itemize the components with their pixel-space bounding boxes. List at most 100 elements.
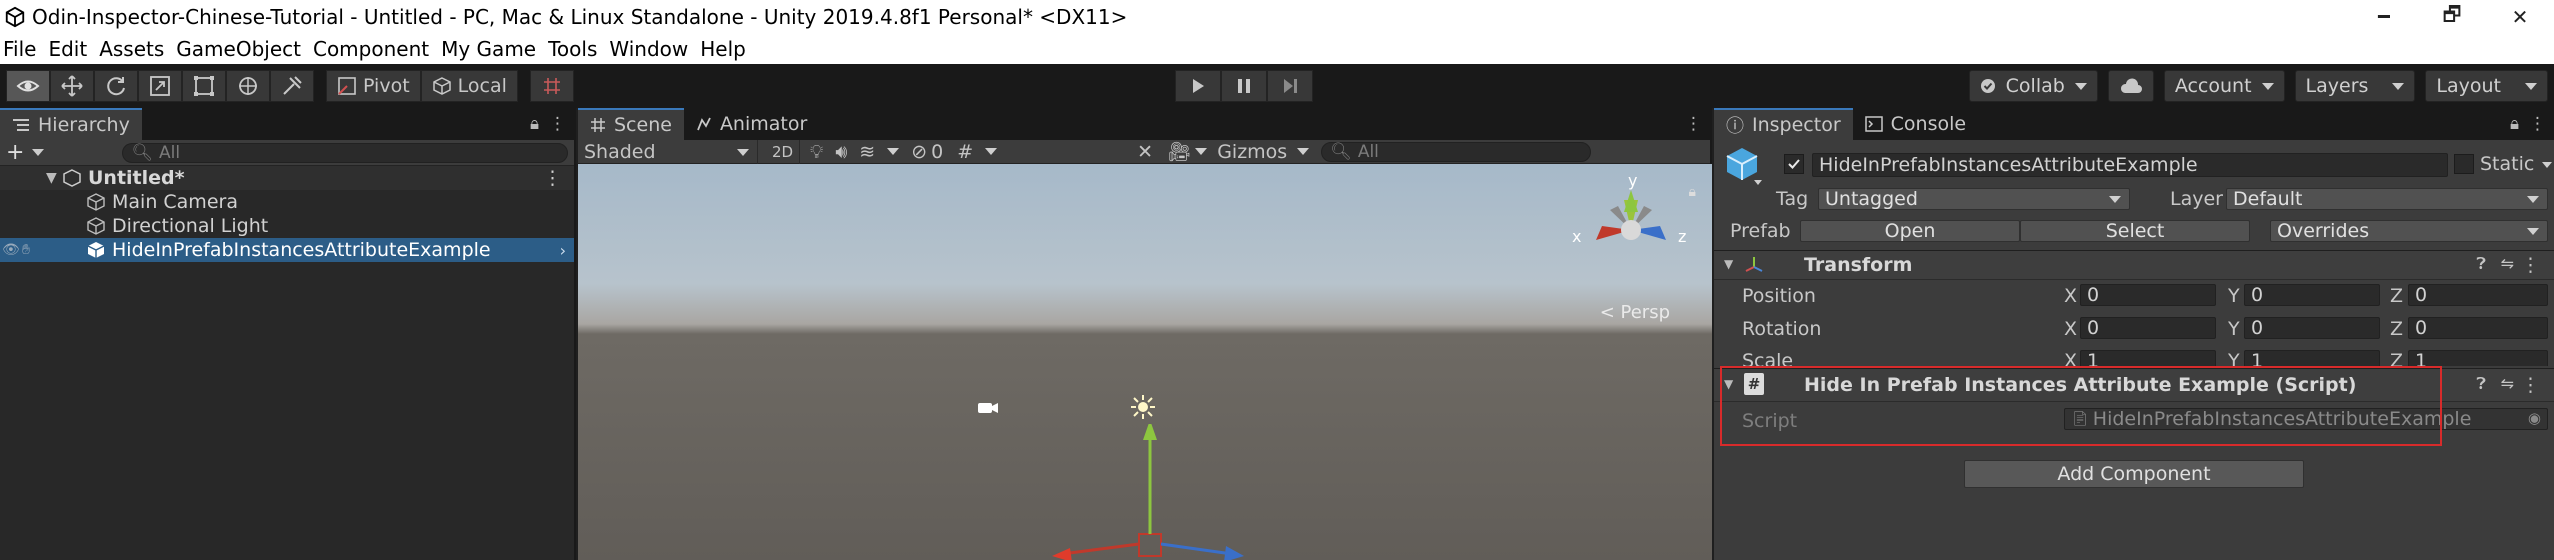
menu-my-game[interactable]: My Game	[435, 37, 542, 61]
presets-icon[interactable]: ⇋	[2501, 254, 2514, 273]
pause-button[interactable]	[1221, 70, 1267, 102]
audio-toggle-icon[interactable]: 🔊︎	[835, 141, 847, 163]
menu-gameobject[interactable]: GameObject	[170, 37, 307, 61]
object-name-input[interactable]: HideInPrefabInstancesAttributeExample	[1812, 153, 2448, 177]
active-checkbox[interactable]	[1784, 154, 1804, 174]
menu-file[interactable]: File	[0, 37, 42, 61]
tab-console[interactable]: Console	[1853, 108, 1978, 140]
lock-icon[interactable]: 🔒︎	[530, 114, 539, 134]
help-icon[interactable]: ❓︎	[2476, 254, 2486, 274]
tag-dropdown[interactable]: Untagged	[1818, 188, 2130, 210]
kebab-menu-icon[interactable]: ⋮	[1685, 114, 1702, 134]
camera-gizmo-icon[interactable]	[976, 398, 1000, 416]
camera-icon[interactable]: 🎥︎	[1167, 140, 1191, 163]
pickable-hand-icon[interactable]: ✋︎	[22, 242, 30, 258]
step-button[interactable]	[1267, 70, 1313, 102]
kebab-menu-icon[interactable]: ⋮	[549, 114, 566, 134]
create-plus-icon[interactable]: +	[6, 140, 24, 165]
tab-animator[interactable]: Animator	[684, 108, 819, 140]
tools-icon[interactable]: ✕	[1137, 141, 1153, 163]
position-y-field[interactable]: 0	[2244, 284, 2380, 306]
scale-z-field[interactable]: 1	[2408, 350, 2548, 366]
play-button[interactable]	[1175, 70, 1221, 102]
effects-toggle-icon[interactable]: ≋	[859, 141, 875, 163]
minimize-button[interactable]: 🗕	[2350, 0, 2418, 34]
rect-tool-button[interactable]	[182, 70, 226, 102]
chevron-down-icon[interactable]: ▼	[46, 170, 57, 186]
position-x-field[interactable]: 0	[2080, 284, 2216, 306]
chevron-down-icon[interactable]: ▼	[1724, 257, 1733, 271]
grid-toggle-icon[interactable]: #	[957, 141, 973, 163]
presets-icon[interactable]: ⇋	[2501, 374, 2514, 393]
rotate-tool-button[interactable]	[94, 70, 138, 102]
kebab-menu-icon[interactable]: ⋮	[2529, 114, 2546, 134]
kebab-menu-icon[interactable]: ⋮	[2521, 254, 2540, 276]
layers-dropdown[interactable]: Layers	[2294, 70, 2416, 102]
cloud-button[interactable]	[2107, 70, 2154, 102]
tab-scene[interactable]: Scene	[578, 108, 684, 140]
scale-y-field[interactable]: 1	[2244, 350, 2380, 366]
hierarchy-search-input[interactable]: 🔍︎ All	[122, 142, 568, 163]
chevron-down-icon[interactable]	[985, 148, 998, 155]
kebab-menu-icon[interactable]: ⋮	[2521, 374, 2540, 396]
lighting-toggle-icon[interactable]: 💡︎	[810, 141, 823, 163]
gizmos-dropdown[interactable]: Gizmos	[1217, 141, 1310, 163]
menu-edit[interactable]: Edit	[42, 37, 93, 61]
layer-dropdown[interactable]: Default	[2226, 188, 2548, 210]
prefab-select-button[interactable]: Select	[2020, 220, 2250, 242]
scene-viewport[interactable]: y x z 🔒︎ < Persp	[578, 164, 1712, 560]
pivot-toggle[interactable]: Pivot	[326, 70, 421, 102]
menu-window[interactable]: Window	[603, 37, 694, 61]
rotation-z-field[interactable]: 0	[2408, 317, 2548, 339]
kebab-menu-icon[interactable]: ⋮	[543, 167, 562, 189]
static-checkbox[interactable]	[2454, 154, 2474, 174]
gizmo-lock-icon[interactable]: 🔒︎	[1689, 184, 1696, 200]
chevron-down-icon[interactable]	[1754, 180, 1762, 185]
view-tool-button[interactable]	[6, 70, 50, 102]
lock-icon[interactable]: 🔒︎	[2510, 114, 2519, 134]
2d-toggle[interactable]: 2D	[766, 139, 800, 164]
local-toggle[interactable]: Local	[420, 70, 518, 102]
custom-tool-button[interactable]	[270, 70, 314, 102]
hidden-objects-toggle[interactable]: ⊘ 0	[911, 141, 943, 163]
transform-header[interactable]: ▼ Transform ❓︎ ⇋ ⋮	[1714, 250, 2554, 280]
transform-tool-button[interactable]	[226, 70, 270, 102]
menu-tools[interactable]: Tools	[542, 37, 603, 61]
chevron-down-icon[interactable]	[2542, 162, 2552, 168]
prefab-overrides-dropdown[interactable]: Overrides	[2270, 220, 2548, 242]
scale-tool-button[interactable]	[138, 70, 182, 102]
hierarchy-item-directional-light[interactable]: Directional Light	[0, 214, 574, 238]
grid-snap-button[interactable]	[529, 70, 574, 102]
help-icon[interactable]: ❓︎	[2476, 374, 2486, 394]
close-button[interactable]: ✕	[2486, 0, 2554, 34]
directional-light-gizmo-icon[interactable]	[1130, 394, 1156, 420]
scene-root-row[interactable]: ▼ Untitled* ⋮	[0, 166, 574, 190]
chevron-down-icon[interactable]	[887, 148, 900, 155]
move-tool-button[interactable]	[50, 70, 94, 102]
perspective-label[interactable]: < Persp	[1600, 302, 1670, 323]
layout-dropdown[interactable]: Layout	[2425, 70, 2548, 102]
transform-gizmo[interactable]	[1002, 424, 1302, 560]
shading-mode-dropdown[interactable]: Shaded	[578, 139, 758, 164]
chevron-right-icon[interactable]: ›	[560, 241, 566, 260]
chevron-down-icon[interactable]	[1195, 148, 1208, 155]
orientation-gizmo[interactable]: y x z	[1566, 170, 1696, 290]
menu-help[interactable]: Help	[694, 37, 752, 61]
tab-inspector[interactable]: ⓘ Inspector	[1714, 108, 1853, 140]
hierarchy-item-hide-in-prefab[interactable]: 👁︎ ✋︎ HideInPrefabInstancesAttributeExam…	[0, 238, 574, 262]
menu-component[interactable]: Component	[307, 37, 435, 61]
menu-assets[interactable]: Assets	[93, 37, 170, 61]
collab-dropdown[interactable]: Collab	[1968, 70, 2098, 102]
scale-x-field[interactable]: 1	[2080, 350, 2216, 366]
account-dropdown[interactable]: Account	[2163, 70, 2285, 102]
scene-search-input[interactable]: 🔍︎ All	[1321, 141, 1592, 162]
maximize-button[interactable]: 🗗	[2418, 0, 2486, 34]
rotation-y-field[interactable]: 0	[2244, 317, 2380, 339]
prefab-open-button[interactable]: Open	[1800, 220, 2020, 242]
tab-hierarchy[interactable]: Hierarchy	[0, 108, 142, 140]
chevron-down-icon[interactable]	[32, 149, 45, 156]
position-z-field[interactable]: 0	[2408, 284, 2548, 306]
add-component-button[interactable]: Add Component	[1964, 460, 2304, 488]
rotation-x-field[interactable]: 0	[2080, 317, 2216, 339]
visibility-eye-icon[interactable]: 👁︎	[2, 242, 20, 258]
